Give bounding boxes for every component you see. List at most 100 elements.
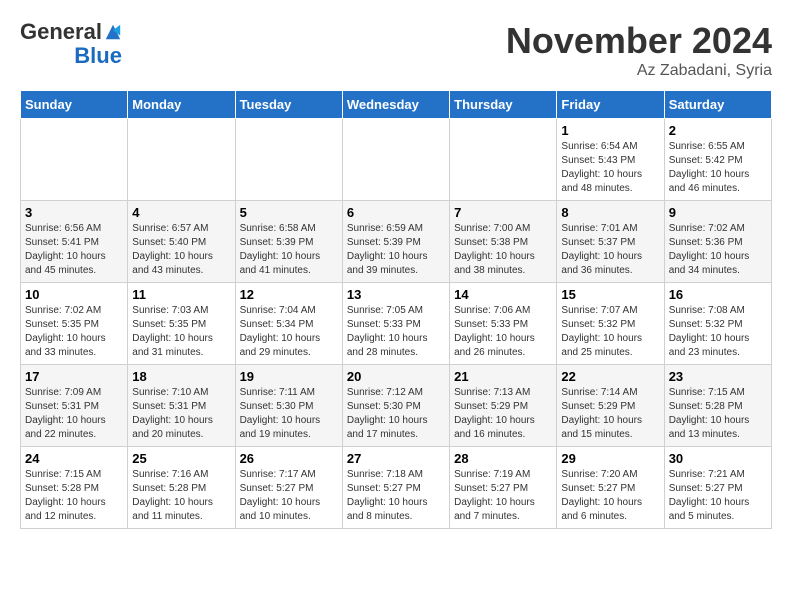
day-number: 5: [240, 205, 338, 220]
day-number: 3: [25, 205, 123, 220]
day-number: 28: [454, 451, 552, 466]
calendar-day-cell: 16 Sunrise: 7:08 AM Sunset: 5:32 PM Dayli…: [664, 283, 771, 365]
day-number: 6: [347, 205, 445, 220]
weekday-header-cell: Tuesday: [235, 91, 342, 119]
day-number: 1: [561, 123, 659, 138]
logo: General Blue: [20, 20, 122, 68]
calendar-day-cell: 2 Sunrise: 6:55 AM Sunset: 5:42 PM Daylig…: [664, 119, 771, 201]
weekday-header-cell: Wednesday: [342, 91, 449, 119]
month-title: November 2024: [506, 20, 772, 62]
day-number: 11: [132, 287, 230, 302]
day-number: 20: [347, 369, 445, 384]
calendar-day-cell: 18Sunrise: 7:10 AM Sunset: 5:31 PM Dayli…: [128, 365, 235, 447]
calendar-week-row: 17 Sunrise: 7:09 AM Sunset: 5:31 PM Dayli…: [21, 365, 772, 447]
logo-blue-text: Blue: [74, 44, 122, 68]
calendar-day-cell: [128, 119, 235, 201]
calendar-day-cell: 12Sunrise: 7:04 AM Sunset: 5:34 PM Dayli…: [235, 283, 342, 365]
day-number: 30: [669, 451, 767, 466]
day-info: Sunrise: 7:02 AM Sunset: 5:35 PM Dayligh…: [25, 304, 123, 360]
location: Az Zabadani, Syria: [506, 62, 772, 80]
calendar-day-cell: 8 Sunrise: 7:01 AM Sunset: 5:37 PM Daylig…: [557, 201, 664, 283]
calendar-day-cell: 20 Sunrise: 7:12 AM Sunset: 5:30 PM Dayli…: [342, 365, 449, 447]
day-info: Sunrise: 7:17 AM Sunset: 5:27 PM Dayligh…: [240, 468, 338, 524]
calendar-day-cell: 22 Sunrise: 7:14 AM Sunset: 5:29 PM Dayli…: [557, 365, 664, 447]
day-number: 8: [561, 205, 659, 220]
calendar-week-row: 10 Sunrise: 7:02 AM Sunset: 5:35 PM Dayli…: [21, 283, 772, 365]
day-number: 17: [25, 369, 123, 384]
logo-icon: [104, 23, 122, 41]
day-info: Sunrise: 7:06 AM Sunset: 5:33 PM Dayligh…: [454, 304, 552, 360]
calendar-day-cell: 5 Sunrise: 6:58 AM Sunset: 5:39 PM Daylig…: [235, 201, 342, 283]
day-number: 4: [132, 205, 230, 220]
calendar-day-cell: 15Sunrise: 7:07 AM Sunset: 5:32 PM Dayli…: [557, 283, 664, 365]
day-number: 25: [132, 451, 230, 466]
weekday-header-cell: Saturday: [664, 91, 771, 119]
day-info: Sunrise: 7:18 AM Sunset: 5:27 PM Dayligh…: [347, 468, 445, 524]
calendar-body: 1 Sunrise: 6:54 AM Sunset: 5:43 PM Daylig…: [21, 119, 772, 529]
day-number: 24: [25, 451, 123, 466]
calendar-day-cell: 6 Sunrise: 6:59 AM Sunset: 5:39 PM Daylig…: [342, 201, 449, 283]
calendar-day-cell: 27 Sunrise: 7:18 AM Sunset: 5:27 PM Dayli…: [342, 447, 449, 529]
day-number: 19: [240, 369, 338, 384]
day-info: Sunrise: 7:21 AM Sunset: 5:27 PM Dayligh…: [669, 468, 767, 524]
day-number: 27: [347, 451, 445, 466]
calendar-day-cell: 9 Sunrise: 7:02 AM Sunset: 5:36 PM Daylig…: [664, 201, 771, 283]
weekday-header-cell: Thursday: [450, 91, 557, 119]
day-info: Sunrise: 6:58 AM Sunset: 5:39 PM Dayligh…: [240, 222, 338, 278]
calendar-day-cell: 7Sunrise: 7:00 AM Sunset: 5:38 PM Daylig…: [450, 201, 557, 283]
calendar-week-row: 1 Sunrise: 6:54 AM Sunset: 5:43 PM Daylig…: [21, 119, 772, 201]
day-number: 7: [454, 205, 552, 220]
day-number: 15: [561, 287, 659, 302]
calendar-day-cell: 17 Sunrise: 7:09 AM Sunset: 5:31 PM Dayli…: [21, 365, 128, 447]
day-number: 14: [454, 287, 552, 302]
title-area: November 2024 Az Zabadani, Syria: [506, 20, 772, 80]
calendar-day-cell: 25 Sunrise: 7:16 AM Sunset: 5:28 PM Dayli…: [128, 447, 235, 529]
calendar-day-cell: 23Sunrise: 7:15 AM Sunset: 5:28 PM Dayli…: [664, 365, 771, 447]
weekday-header-cell: Friday: [557, 91, 664, 119]
day-info: Sunrise: 7:05 AM Sunset: 5:33 PM Dayligh…: [347, 304, 445, 360]
day-info: Sunrise: 7:03 AM Sunset: 5:35 PM Dayligh…: [132, 304, 230, 360]
day-info: Sunrise: 7:15 AM Sunset: 5:28 PM Dayligh…: [25, 468, 123, 524]
weekday-header-cell: Monday: [128, 91, 235, 119]
day-info: Sunrise: 7:16 AM Sunset: 5:28 PM Dayligh…: [132, 468, 230, 524]
day-info: Sunrise: 7:04 AM Sunset: 5:34 PM Dayligh…: [240, 304, 338, 360]
day-info: Sunrise: 7:19 AM Sunset: 5:27 PM Dayligh…: [454, 468, 552, 524]
day-info: Sunrise: 7:08 AM Sunset: 5:32 PM Dayligh…: [669, 304, 767, 360]
day-number: 2: [669, 123, 767, 138]
day-info: Sunrise: 7:11 AM Sunset: 5:30 PM Dayligh…: [240, 386, 338, 442]
day-info: Sunrise: 7:20 AM Sunset: 5:27 PM Dayligh…: [561, 468, 659, 524]
day-number: 26: [240, 451, 338, 466]
day-info: Sunrise: 7:01 AM Sunset: 5:37 PM Dayligh…: [561, 222, 659, 278]
calendar-day-cell: 14 Sunrise: 7:06 AM Sunset: 5:33 PM Dayli…: [450, 283, 557, 365]
calendar-day-cell: 10 Sunrise: 7:02 AM Sunset: 5:35 PM Dayli…: [21, 283, 128, 365]
weekday-header-row: SundayMondayTuesdayWednesdayThursdayFrid…: [21, 91, 772, 119]
day-number: 21: [454, 369, 552, 384]
day-info: Sunrise: 7:14 AM Sunset: 5:29 PM Dayligh…: [561, 386, 659, 442]
calendar: SundayMondayTuesdayWednesdayThursdayFrid…: [20, 90, 772, 529]
calendar-day-cell: [450, 119, 557, 201]
day-info: Sunrise: 7:15 AM Sunset: 5:28 PM Dayligh…: [669, 386, 767, 442]
day-info: Sunrise: 6:59 AM Sunset: 5:39 PM Dayligh…: [347, 222, 445, 278]
day-number: 29: [561, 451, 659, 466]
calendar-day-cell: [235, 119, 342, 201]
day-number: 13: [347, 287, 445, 302]
day-number: 10: [25, 287, 123, 302]
header: General Blue November 2024 Az Zabadani, …: [20, 20, 772, 80]
day-number: 16: [669, 287, 767, 302]
day-number: 9: [669, 205, 767, 220]
day-info: Sunrise: 6:55 AM Sunset: 5:42 PM Dayligh…: [669, 140, 767, 196]
calendar-day-cell: 4 Sunrise: 6:57 AM Sunset: 5:40 PM Daylig…: [128, 201, 235, 283]
day-info: Sunrise: 6:57 AM Sunset: 5:40 PM Dayligh…: [132, 222, 230, 278]
day-info: Sunrise: 6:56 AM Sunset: 5:41 PM Dayligh…: [25, 222, 123, 278]
day-info: Sunrise: 6:54 AM Sunset: 5:43 PM Dayligh…: [561, 140, 659, 196]
logo-general-text: General: [20, 20, 102, 44]
day-number: 22: [561, 369, 659, 384]
day-info: Sunrise: 7:13 AM Sunset: 5:29 PM Dayligh…: [454, 386, 552, 442]
day-info: Sunrise: 7:12 AM Sunset: 5:30 PM Dayligh…: [347, 386, 445, 442]
calendar-week-row: 3 Sunrise: 6:56 AM Sunset: 5:41 PM Daylig…: [21, 201, 772, 283]
calendar-day-cell: 26 Sunrise: 7:17 AM Sunset: 5:27 PM Dayli…: [235, 447, 342, 529]
weekday-header-cell: Sunday: [21, 91, 128, 119]
day-info: Sunrise: 7:02 AM Sunset: 5:36 PM Dayligh…: [669, 222, 767, 278]
day-info: Sunrise: 7:09 AM Sunset: 5:31 PM Dayligh…: [25, 386, 123, 442]
calendar-week-row: 24 Sunrise: 7:15 AM Sunset: 5:28 PM Dayli…: [21, 447, 772, 529]
